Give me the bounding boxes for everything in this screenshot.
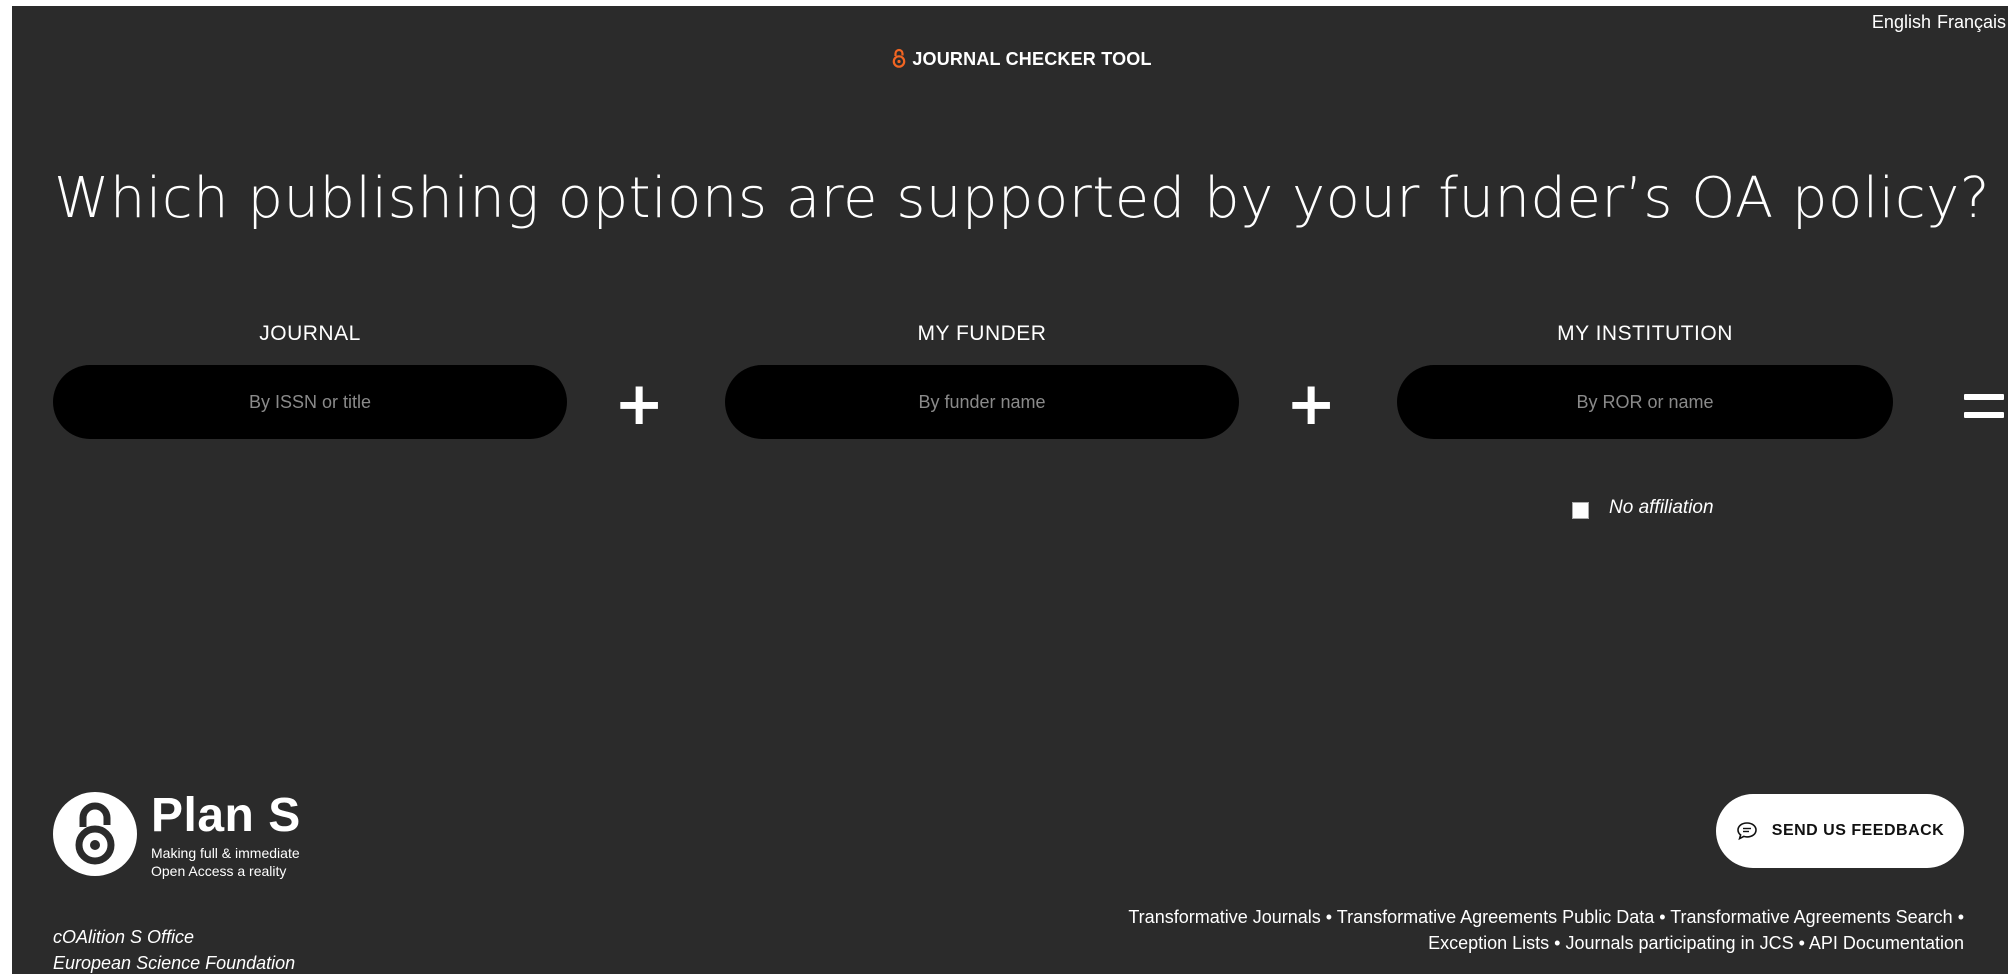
page-headline: Which publishing options are supported b… bbox=[53, 166, 1991, 231]
journals-participating-link[interactable]: Journals participating in JCS bbox=[1565, 933, 1793, 953]
api-documentation-link[interactable]: API Documentation bbox=[1809, 933, 1964, 953]
plan-s-tagline-2: Open Access a reality bbox=[151, 863, 287, 879]
plan-s-title: Plan S bbox=[151, 789, 301, 842]
funder-search[interactable] bbox=[725, 365, 1239, 439]
institution-search-input[interactable] bbox=[1419, 390, 1871, 414]
no-affiliation-checkbox[interactable] bbox=[1572, 501, 1589, 519]
plan-s-logo[interactable]: Plan S Making full & immediate Open Acce… bbox=[53, 789, 301, 880]
footer-separator: • bbox=[1320, 907, 1337, 927]
footer-separator: • bbox=[1793, 933, 1809, 953]
brand-title: JOURNAL CHECKER TOOL bbox=[912, 49, 1152, 69]
org-line-2: European Science Foundation bbox=[53, 953, 296, 973]
journal-label: JOURNAL bbox=[259, 322, 361, 345]
chat-bubble-icon bbox=[1736, 822, 1757, 841]
journal-search-input[interactable] bbox=[76, 390, 544, 414]
footer-links: Transformative Journals • Transformative… bbox=[1128, 904, 1964, 956]
organization-info: cOAlition S Office European Science Foun… bbox=[53, 924, 295, 974]
funder-label: MY FUNDER bbox=[917, 322, 1047, 345]
transformative-agreements-search-link[interactable]: Transformative Agreements Search bbox=[1670, 907, 1952, 927]
plus-icon: + bbox=[1286, 369, 1337, 439]
transformative-agreements-public-data-link[interactable]: Transformative Agreements Public Data bbox=[1337, 907, 1654, 927]
institution-label: MY INSTITUTION bbox=[1557, 322, 1733, 345]
org-line-1: cOAlition S Office bbox=[53, 927, 195, 947]
exception-lists-link[interactable]: Exception Lists bbox=[1428, 933, 1549, 953]
institution-search[interactable] bbox=[1397, 365, 1893, 439]
open-access-lock-icon bbox=[892, 48, 906, 73]
send-feedback-button[interactable]: SEND US FEEDBACK bbox=[1716, 794, 1964, 868]
journal-search[interactable] bbox=[53, 365, 567, 439]
footer-separator: • bbox=[1952, 907, 1964, 927]
open-access-lock-icon bbox=[53, 792, 137, 876]
brand-header[interactable]: JOURNAL CHECKER TOOL bbox=[12, 48, 2008, 73]
language-switcher: English Français bbox=[1866, 12, 2006, 33]
equals-icon bbox=[1964, 394, 2004, 430]
funder-search-input[interactable] bbox=[748, 390, 1216, 414]
page: English Français JOURNAL CHECKER TOOL Whi… bbox=[12, 6, 2008, 974]
language-french-link[interactable]: Français bbox=[1937, 12, 2006, 32]
no-affiliation-label: No affiliation bbox=[1609, 497, 1714, 518]
footer-separator: • bbox=[1654, 907, 1671, 927]
language-english-link[interactable]: English bbox=[1872, 12, 1931, 32]
footer-separator: • bbox=[1549, 933, 1566, 953]
plan-s-tagline-1: Making full & immediate bbox=[151, 845, 300, 861]
no-affiliation-option[interactable]: No affiliation bbox=[1572, 497, 1714, 519]
plus-icon: + bbox=[614, 369, 665, 439]
send-feedback-label: SEND US FEEDBACK bbox=[1771, 822, 1945, 839]
transformative-journals-link[interactable]: Transformative Journals bbox=[1128, 907, 1320, 927]
